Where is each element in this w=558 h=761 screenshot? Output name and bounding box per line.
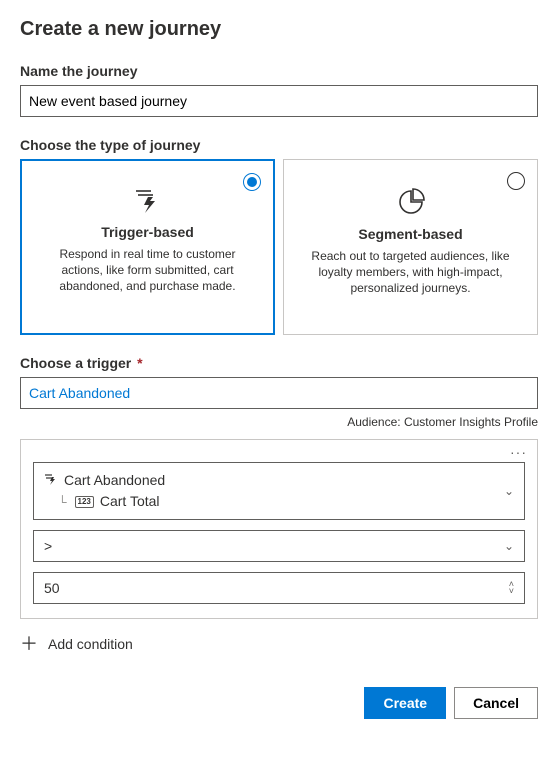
audience-label: Audience: Customer Insights Profile <box>20 415 538 429</box>
card-desc: Respond in real time to customer actions… <box>39 246 256 295</box>
cancel-button[interactable]: Cancel <box>454 687 538 719</box>
card-trigger-based[interactable]: Trigger-based Respond in real time to cu… <box>20 159 275 335</box>
type-label: Choose the type of journey <box>20 137 538 153</box>
plus-icon: ＋ <box>20 635 38 653</box>
chevron-down-icon: ⌄ <box>504 484 514 498</box>
name-section: Name the journey <box>20 63 538 117</box>
condition-panel: ··· Cart Abandoned └ 123 Cart Total ⌄ <box>20 439 538 619</box>
condition-value: 50 <box>44 580 60 596</box>
lightning-small-icon <box>44 470 58 491</box>
more-options-icon[interactable]: ··· <box>510 444 527 460</box>
radio-indicator <box>243 173 261 191</box>
card-title: Segment-based <box>302 226 519 242</box>
journey-name-input[interactable] <box>20 85 538 117</box>
name-label: Name the journey <box>20 63 538 79</box>
lightning-icon <box>39 188 256 214</box>
type-section: Choose the type of journey Trigger-based… <box>20 137 538 335</box>
card-title: Trigger-based <box>39 224 256 240</box>
trigger-input[interactable] <box>20 377 538 409</box>
attribute-selector[interactable]: Cart Abandoned └ 123 Cart Total ⌄ <box>33 462 525 520</box>
chevron-down-icon: ⌄ <box>504 539 514 553</box>
footer: Create Cancel <box>20 687 538 719</box>
pie-chart-icon <box>302 188 519 216</box>
card-segment-based[interactable]: Segment-based Reach out to targeted audi… <box>283 159 538 335</box>
trigger-section: Choose a trigger * Audience: Customer In… <box>20 355 538 429</box>
create-button[interactable]: Create <box>364 687 446 719</box>
spinner-down-icon[interactable]: ˅ <box>509 588 514 595</box>
value-input[interactable]: 50 ˄ ˅ <box>33 572 525 604</box>
card-desc: Reach out to targeted audiences, like lo… <box>302 248 519 297</box>
trigger-label: Choose a trigger * <box>20 355 538 371</box>
add-condition-button[interactable]: ＋ Add condition <box>20 635 538 653</box>
number-type-icon: 123 <box>75 496 94 508</box>
attribute-child: Cart Total <box>100 491 160 512</box>
page-title: Create a new journey <box>20 18 538 41</box>
tree-branch-icon: └ <box>58 493 67 511</box>
operator-value: > <box>44 538 52 554</box>
radio-indicator <box>507 172 525 190</box>
attribute-root: Cart Abandoned <box>64 470 165 491</box>
add-condition-label: Add condition <box>48 636 133 652</box>
required-marker: * <box>137 355 142 371</box>
operator-selector[interactable]: > ⌄ <box>33 530 525 562</box>
